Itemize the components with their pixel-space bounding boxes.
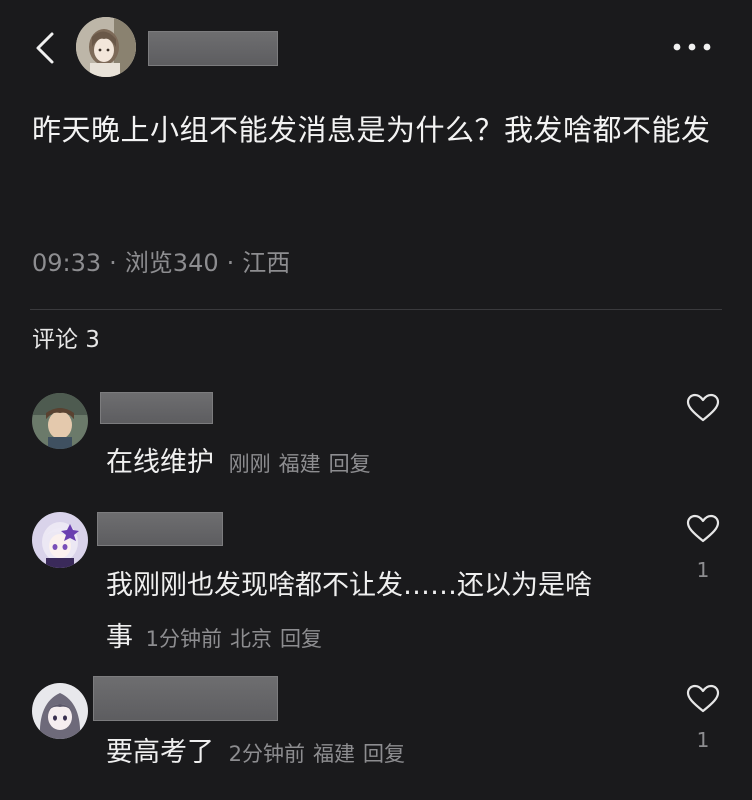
comment-time: 2分钟前 <box>228 742 305 766</box>
comments-count-header: 评论 3 <box>32 327 100 353</box>
chevron-left-icon <box>36 32 54 64</box>
author-avatar[interactable] <box>76 17 136 77</box>
comment-item: 要高考了 2分钟前 福建 回复 <box>106 730 413 769</box>
comment-time: 刚刚 <box>228 452 271 476</box>
comment-time: 1分钟前 <box>145 627 222 651</box>
like-count: 1 <box>696 728 710 752</box>
comment-avatar[interactable] <box>32 683 88 739</box>
reply-button[interactable]: 回复 <box>280 627 322 651</box>
post-content: 昨天晚上小组不能发消息是为什么？我发啥都不能发 <box>32 113 711 147</box>
comment-location: 北京 <box>229 627 272 651</box>
post-views: 浏览340 <box>124 249 219 277</box>
comment-location: 福建 <box>278 452 321 476</box>
meta-separator: · <box>226 249 235 277</box>
comment-item: 我刚刚也发现啥都不让发……还以为是啥 事 1分钟前 北京 回复 <box>106 560 592 665</box>
more-button[interactable] <box>668 34 716 60</box>
like-count: 1 <box>696 558 710 582</box>
like-button[interactable] <box>686 684 720 714</box>
post-time: 09:33 <box>32 249 102 277</box>
comment-item: 在线维护 刚刚 福建 回复 <box>106 440 379 479</box>
comment-avatar[interactable] <box>32 512 88 568</box>
comment-location: 福建 <box>312 742 355 766</box>
like-button[interactable] <box>686 514 720 544</box>
comment-text: 我刚刚也发现啥都不让发……还以为是啥 <box>106 570 592 601</box>
post-meta: 09:33 · 浏览340 · 江西 <box>32 243 290 278</box>
heart-icon <box>686 393 720 422</box>
heart-icon <box>686 684 720 713</box>
reply-button[interactable]: 回复 <box>329 452 371 476</box>
comment-avatar[interactable] <box>32 393 88 449</box>
comment-text: 在线维护 <box>106 447 214 478</box>
more-horizontal-icon <box>673 43 711 51</box>
meta-separator: · <box>109 249 117 277</box>
comment-text: 事 <box>106 622 133 653</box>
comment-text: 要高考了 <box>106 737 214 768</box>
commenter-name-redacted <box>93 676 278 721</box>
reply-button[interactable]: 回复 <box>363 742 405 766</box>
post-location: 江西 <box>242 249 291 277</box>
divider <box>30 309 722 310</box>
commenter-name-redacted <box>97 512 223 546</box>
author-name-redacted <box>148 31 278 66</box>
heart-icon <box>686 514 720 543</box>
back-button[interactable] <box>30 28 64 68</box>
commenter-name-redacted <box>100 392 213 424</box>
like-button[interactable] <box>686 393 720 423</box>
